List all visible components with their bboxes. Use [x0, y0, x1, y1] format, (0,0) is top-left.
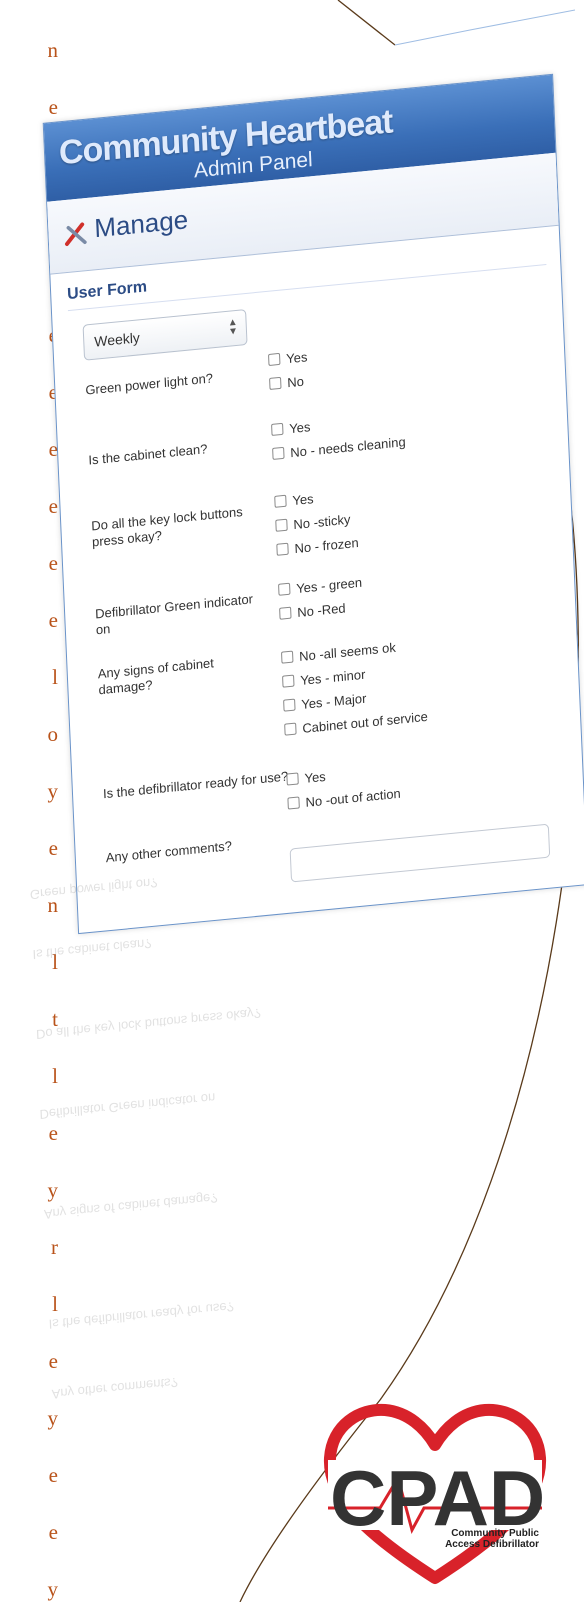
reflection-text: Do all the key lock buttons press okay? — [35, 1005, 262, 1043]
question-label: Is the defibrillator ready for use? — [102, 768, 289, 802]
edge-letter: l — [52, 1064, 58, 1088]
edge-letter: y — [47, 1577, 59, 1601]
option-checkbox[interactable]: No -out of action — [287, 786, 401, 812]
checkbox-icon — [281, 650, 294, 664]
comments-label: Any other comments? — [105, 838, 233, 866]
option-checkbox[interactable]: No — [269, 374, 304, 392]
tools-icon — [65, 222, 87, 246]
edge-letter: e — [48, 608, 58, 632]
edge-letter: n — [47, 893, 59, 917]
edge-letter: e — [48, 836, 58, 860]
checkbox-icon — [278, 582, 291, 596]
logo-line-1: Community Public — [451, 1528, 539, 1539]
frequency-select-value: Weekly — [93, 329, 141, 350]
option-checkbox[interactable]: No - needs cleaning — [272, 434, 406, 462]
option-checkbox[interactable]: Yes — [286, 769, 326, 788]
admin-panel-screenshot: Community Heartbeat Admin Panel Manage U… — [38, 0, 584, 944]
checkbox-icon — [284, 722, 297, 736]
question-label: Green power light on? — [85, 370, 214, 398]
option-checkbox[interactable]: Yes — [268, 349, 308, 368]
question-label: Defibrillator Green indicator on — [94, 591, 254, 638]
option-checkbox[interactable]: Yes - Major — [283, 691, 367, 714]
page-title: Manage — [93, 204, 189, 244]
edge-letter: y — [47, 1178, 59, 1202]
question-label: Any signs of cabinet damage? — [97, 655, 215, 698]
option-checkbox[interactable]: No -sticky — [275, 512, 351, 534]
checkbox-icon — [283, 698, 296, 712]
edge-letter: o — [47, 722, 59, 746]
checkbox-icon — [279, 606, 292, 620]
option-checkbox[interactable]: Yes - green — [278, 575, 362, 598]
edge-letter: e — [48, 1520, 58, 1544]
edge-letter: l — [52, 1292, 58, 1316]
option-checkbox[interactable]: Yes — [274, 491, 314, 510]
checkbox-icon — [276, 542, 289, 556]
edge-letter: e — [48, 1121, 58, 1145]
checkbox-icon — [268, 352, 281, 367]
edge-letter: e — [48, 1463, 58, 1487]
cpad-logo: CPAD Community Public Access Defibrillat… — [320, 1400, 550, 1590]
edge-letter: y — [47, 1406, 59, 1430]
option-checkbox[interactable]: Yes - minor — [282, 667, 366, 690]
edge-letter: t — [52, 1007, 58, 1031]
checkbox-icon — [275, 518, 288, 532]
reflection-text: Any other comments? — [51, 1374, 179, 1402]
option-checkbox[interactable]: No -all seems ok — [281, 640, 396, 666]
form-title: User Form — [66, 278, 148, 304]
checkbox-icon — [274, 494, 287, 508]
logo-line-2: Access Defibrillator — [445, 1539, 539, 1550]
checkbox-icon — [287, 796, 300, 810]
user-form: User Form Weekly ▲ ▼ Green power light on… — [50, 225, 584, 923]
frequency-select[interactable]: Weekly ▲ ▼ — [82, 308, 248, 361]
admin-panel: Community Heartbeat Admin Panel Manage U… — [42, 73, 584, 935]
checkbox-icon — [269, 376, 282, 390]
reflection-text: Is the defibrillator ready for use? — [48, 1299, 235, 1332]
select-arrows-icon: ▲ ▼ — [227, 316, 239, 338]
checkbox-icon — [271, 422, 284, 436]
edge-letter: y — [47, 779, 59, 803]
edge-letter: e — [48, 494, 58, 518]
checkbox-icon — [286, 772, 299, 786]
edge-letter: e — [48, 551, 58, 575]
logo-caption: Community Public Access Defibrillator — [404, 1528, 539, 1550]
checkbox-icon — [282, 674, 295, 688]
checkbox-icon — [272, 446, 285, 460]
edge-letter: r — [51, 1235, 58, 1259]
option-checkbox[interactable]: No -Red — [279, 600, 346, 621]
heart-logo-icon: CPAD — [323, 1403, 547, 1584]
question-label: Is the cabinet clean? — [88, 441, 208, 468]
comments-input[interactable] — [289, 823, 551, 883]
reflection-text: Any signs of cabinet damage? — [43, 1190, 218, 1222]
option-checkbox[interactable]: Yes — [271, 419, 311, 438]
edge-letter: l — [52, 665, 58, 689]
edge-letter: l — [52, 950, 58, 974]
option-checkbox[interactable]: No - frozen — [276, 535, 359, 558]
edge-letter: e — [48, 1349, 58, 1373]
reflection-text: Defibrillator Green indicator on — [39, 1090, 216, 1123]
question-label: Do all the key lock buttons press okay? — [91, 503, 243, 550]
option-checkbox[interactable]: Cabinet out of service — [284, 709, 428, 738]
